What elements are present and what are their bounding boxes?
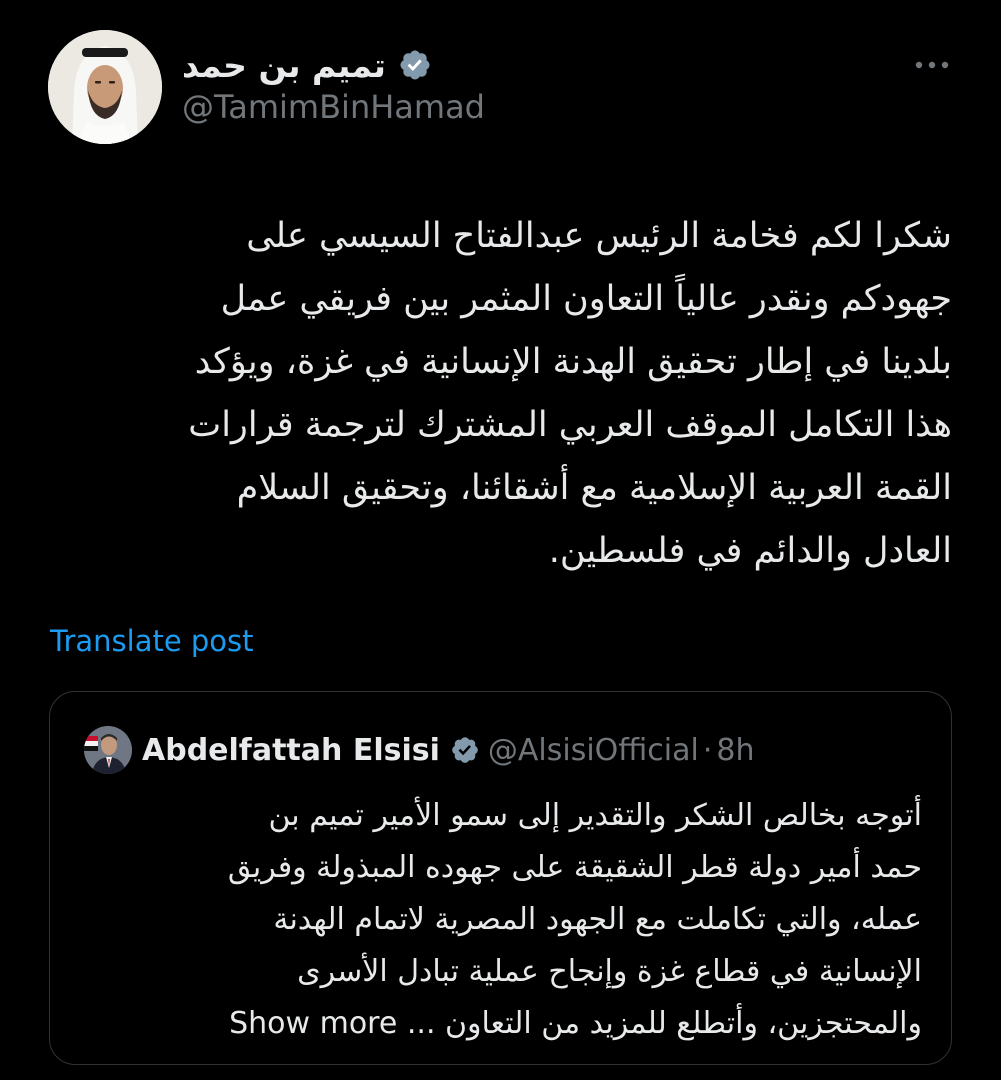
- verified-badge-icon[interactable]: [450, 735, 480, 765]
- tweet-text-line: القمة العربية الإسلامية مع أشقائنا، وتحق…: [236, 468, 952, 508]
- tweet-text-line: هذا التكامل الموقف العربي المشترك لترجمة…: [188, 405, 952, 445]
- author-name-row[interactable]: تميم بن حمد: [182, 40, 432, 90]
- quoted-tweet-text: أتوجه بخالص الشكر والتقدير إلى سمو الأمي…: [104, 790, 922, 1050]
- quoted-author-handle[interactable]: @AlsisiOfficial: [488, 733, 699, 768]
- tweet-text: شكرا لكم فخامة الرئيس عبدالفتاح السيسي ع…: [80, 205, 952, 583]
- verified-badge-icon[interactable]: [398, 48, 432, 82]
- author-display-name[interactable]: تميم بن حمد: [182, 46, 386, 85]
- tweet-text-line: العادل والدائم في فلسطين.: [548, 531, 952, 571]
- tweet-text-line: شكرا لكم فخامة الرئيس عبدالفتاح السيسي ع…: [246, 216, 952, 256]
- translate-post-link[interactable]: Translate post: [50, 624, 254, 658]
- quoted-author-name[interactable]: Abdelfattah Elsisi: [142, 733, 440, 768]
- quoted-header[interactable]: Abdelfattah Elsisi @AlsisiOfficial · 8h: [142, 726, 755, 774]
- quoted-text-line: عمله، والتي تكاملت مع الجهود المصرية لات…: [273, 902, 922, 937]
- quoted-author-avatar-image: [84, 726, 132, 774]
- more-options-icon[interactable]: [910, 50, 954, 80]
- show-more-link[interactable]: Show more: [229, 1006, 397, 1041]
- quoted-text-line: أتوجه بخالص الشكر والتقدير إلى سمو الأمي…: [268, 798, 922, 833]
- author-handle[interactable]: @TamimBinHamad: [182, 88, 485, 126]
- author-avatar-image: [48, 30, 162, 144]
- quoted-tweet-card[interactable]: Abdelfattah Elsisi @AlsisiOfficial · 8h …: [49, 691, 952, 1065]
- quoted-author-avatar[interactable]: [84, 726, 132, 774]
- quoted-text-line: حمد أمير دولة قطر الشقيقة على جهوده المب…: [227, 850, 922, 885]
- quoted-text-line-last: والمحتجزين، وأتطلع للمزيد من التعاون ...…: [104, 998, 922, 1050]
- separator-dot: ·: [702, 732, 713, 768]
- tweet-text-line: جهودكم ونقدر عالياً التعاون المثمر بين ف…: [220, 279, 952, 319]
- quoted-text-line: الإنسانية في قطاع غزة وإنجاح عملية تبادل…: [297, 954, 922, 989]
- author-avatar[interactable]: [48, 30, 162, 144]
- quoted-timestamp[interactable]: 8h: [716, 733, 754, 768]
- tweet-text-line: بلدينا في إطار تحقيق الهدنة الإنسانية في…: [194, 342, 952, 382]
- quoted-text-line: والمحتجزين، وأتطلع للمزيد من التعاون ...: [406, 1006, 922, 1041]
